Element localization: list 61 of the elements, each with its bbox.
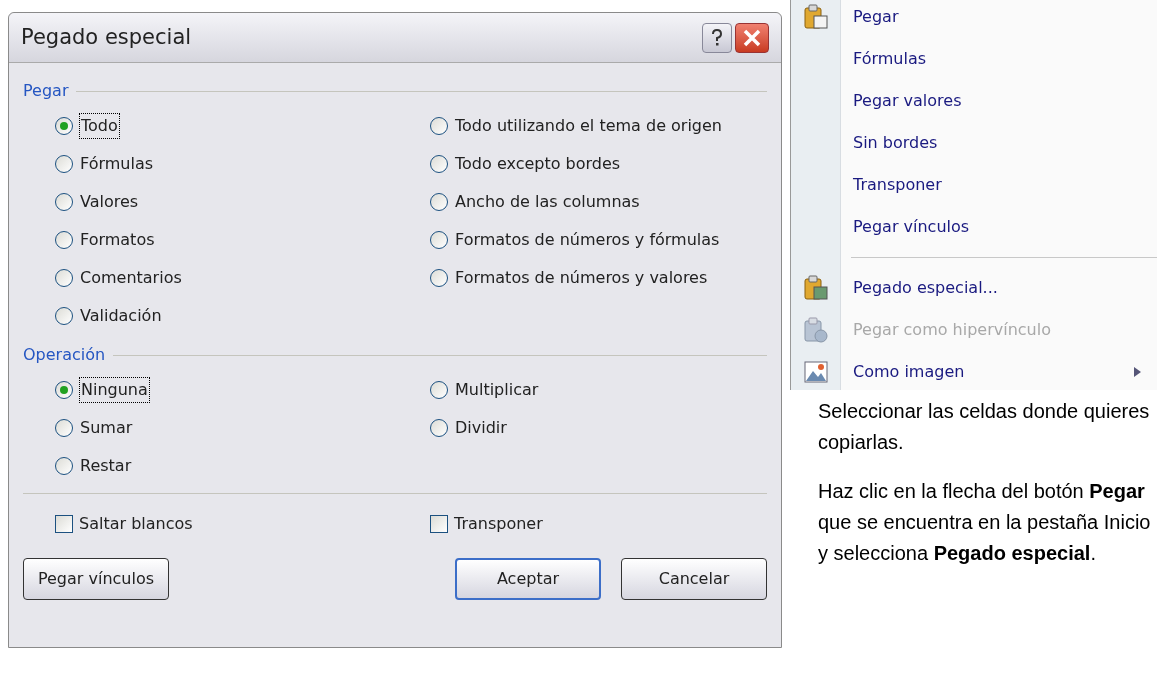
option-label: Ancho de las columnas bbox=[454, 191, 641, 213]
radio-button[interactable] bbox=[55, 231, 73, 249]
menu-item[interactable]: Pegado especial... bbox=[791, 267, 1157, 309]
radio-button[interactable] bbox=[55, 193, 73, 211]
radio-button[interactable] bbox=[55, 155, 73, 173]
radio-button[interactable] bbox=[430, 269, 448, 287]
window-title: Pegado especial bbox=[21, 23, 192, 51]
option-label: Formatos bbox=[79, 229, 156, 251]
radio-button[interactable] bbox=[430, 117, 448, 135]
checkbox[interactable] bbox=[430, 515, 448, 533]
option-label: Formatos de números y fórmulas bbox=[454, 229, 721, 251]
option-label: Todo bbox=[79, 113, 120, 139]
paragraph: Haz clic en la flecha del botón Pegar que se encuentra en la pestaña Inicio y selecciona Pegado especial. bbox=[818, 479, 1152, 566]
clipboard-icon bbox=[804, 4, 828, 30]
submenu-arrow-icon bbox=[1134, 367, 1141, 377]
group-label: Operación bbox=[23, 344, 106, 366]
radio-button[interactable] bbox=[430, 155, 448, 173]
picture-icon bbox=[804, 361, 828, 383]
clipboard-icon bbox=[804, 275, 828, 301]
checkbox-label: Transponer bbox=[454, 513, 543, 535]
option-label: Formatos de números y valores bbox=[454, 267, 709, 289]
option-label: Todo utilizando el tema de origen bbox=[454, 115, 723, 137]
option-label: Comentarios bbox=[79, 267, 183, 289]
close-button[interactable] bbox=[735, 22, 769, 53]
menu-item[interactable]: Pegar valores bbox=[791, 80, 1157, 122]
option-label: Multiplicar bbox=[454, 379, 540, 401]
radio-button[interactable] bbox=[430, 381, 448, 399]
checkbox-label: Saltar blancos bbox=[79, 513, 193, 535]
menu-item[interactable]: Como imagen bbox=[791, 351, 1157, 393]
dialog-button[interactable]: Pegar vínculos bbox=[23, 558, 169, 600]
option-label: Validación bbox=[79, 305, 163, 327]
radio-button[interactable] bbox=[55, 419, 73, 437]
radio-button[interactable] bbox=[55, 457, 73, 475]
menu-item[interactable]: Pegar bbox=[791, 0, 1157, 38]
option-label: Restar bbox=[79, 455, 133, 477]
paragraph: Seleccionar las celdas donde quieres copiarlas. bbox=[818, 399, 1151, 455]
radio-button[interactable] bbox=[55, 307, 73, 325]
close-icon bbox=[743, 28, 761, 47]
option-label: Fórmulas bbox=[79, 153, 155, 175]
help-icon bbox=[711, 28, 723, 47]
radio-button[interactable] bbox=[55, 117, 73, 135]
menu-item[interactable]: Fórmulas bbox=[791, 38, 1157, 80]
option-label: Ninguna bbox=[79, 377, 150, 403]
dialog-button[interactable]: Aceptar bbox=[455, 558, 601, 600]
help-button[interactable] bbox=[702, 22, 732, 53]
group-label: Pegar bbox=[23, 80, 69, 102]
checkbox[interactable] bbox=[55, 515, 73, 533]
radio-button[interactable] bbox=[430, 231, 448, 249]
radio-button[interactable] bbox=[430, 419, 448, 437]
option-label: Todo excepto bordes bbox=[454, 153, 622, 175]
dialog-button[interactable]: Cancelar bbox=[621, 558, 767, 600]
radio-button[interactable] bbox=[55, 269, 73, 287]
option-label: Valores bbox=[79, 191, 140, 213]
option-label: Dividir bbox=[454, 417, 508, 439]
option-label: Sumar bbox=[79, 417, 134, 439]
menu-item[interactable]: Sin bordes bbox=[791, 122, 1157, 164]
menu-item[interactable]: Pegar vínculos bbox=[791, 206, 1157, 248]
radio-button[interactable] bbox=[55, 381, 73, 399]
radio-button[interactable] bbox=[430, 193, 448, 211]
clipboard-icon bbox=[804, 317, 828, 343]
menu-item[interactable]: Transponer bbox=[791, 164, 1157, 206]
